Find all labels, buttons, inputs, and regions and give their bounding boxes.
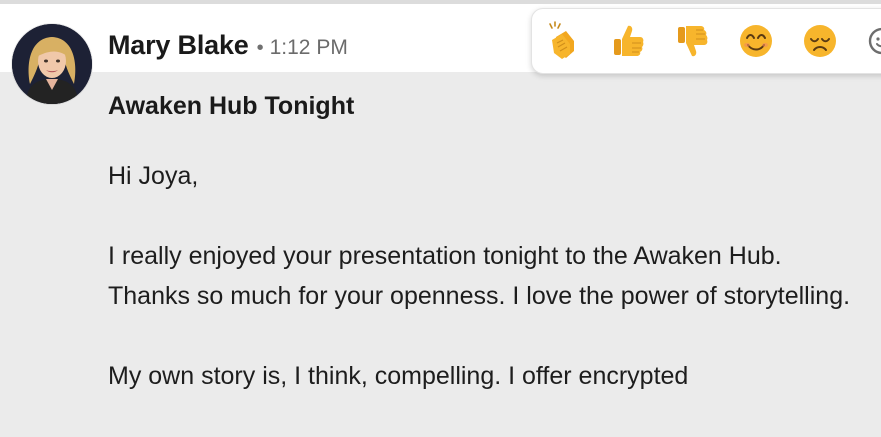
sender-line: Mary Blake • 1:12 PM (108, 30, 348, 62)
message-subject: Awaken Hub Tonight (108, 92, 355, 120)
timestamp: 1:12 PM (269, 36, 348, 59)
clapping-hands-reaction-button[interactable] (544, 21, 584, 61)
message-view: Mary Blake • 1:12 PM Awaken Hub Tonight … (0, 0, 881, 437)
avatar[interactable] (12, 24, 92, 104)
clapping-hands-icon (549, 21, 574, 59)
avatar-photo (12, 24, 92, 104)
reaction-bar (531, 8, 881, 74)
separator-dot: • (256, 37, 264, 59)
smiling-face-reaction-button[interactable] (736, 21, 776, 61)
disappointed-face-reaction-button[interactable] (800, 21, 840, 61)
add-reaction-button[interactable] (862, 21, 881, 61)
thumbs-up-icon (614, 25, 644, 56)
disappointed-face-icon (804, 25, 836, 57)
smiling-face-icon (740, 25, 772, 57)
body-paragraph: My own story is, I think, compelling. I … (108, 362, 689, 390)
thumbs-down-icon (678, 26, 708, 57)
sender-name[interactable]: Mary Blake (108, 30, 249, 61)
body-greeting: Hi Joya, (108, 162, 199, 190)
add-reaction-icon (868, 27, 881, 55)
message-body: Hi Joya, I really enjoyed your presentat… (108, 156, 868, 396)
body-paragraph: I really enjoyed your presentation tonig… (108, 242, 851, 310)
thumbs-down-reaction-button[interactable] (672, 21, 712, 61)
thumbs-up-reaction-button[interactable] (608, 21, 648, 61)
